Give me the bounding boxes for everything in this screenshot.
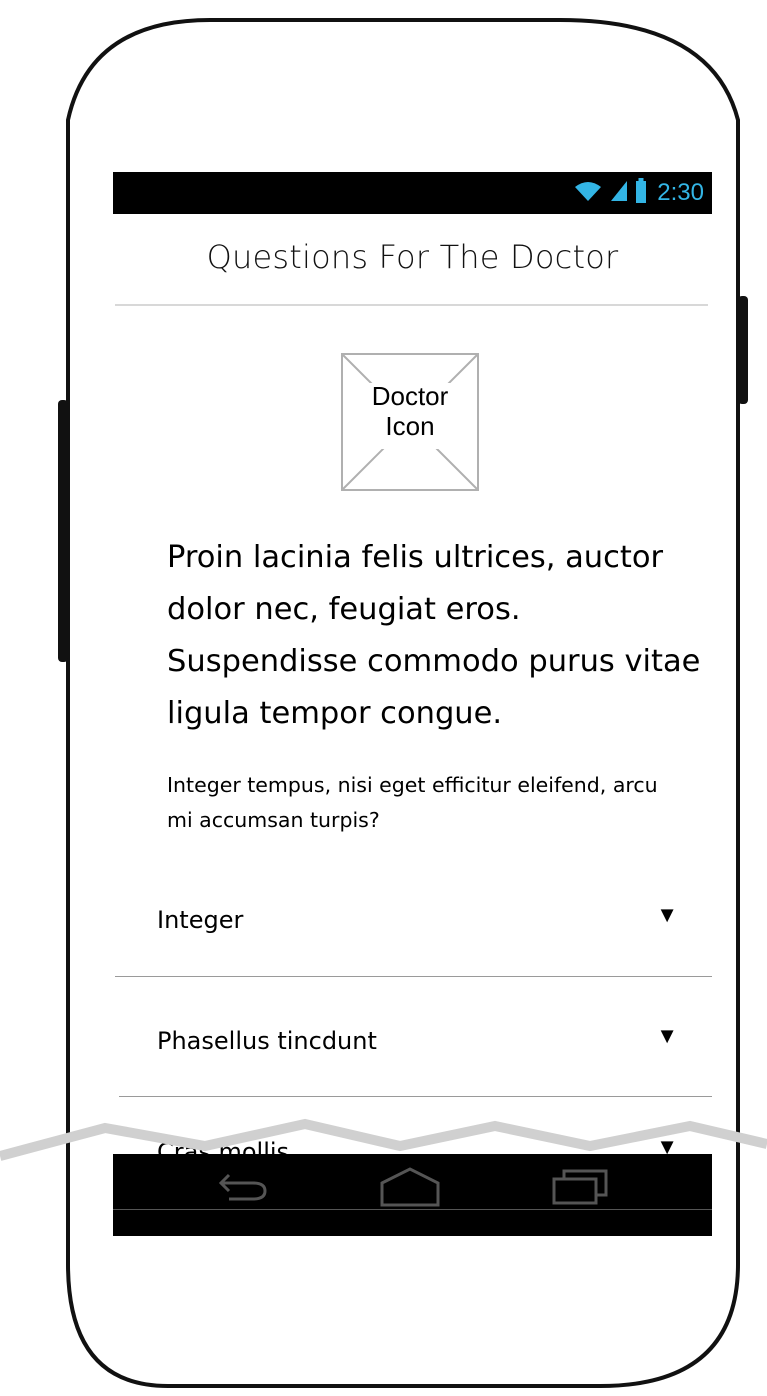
signal-icon (609, 179, 629, 208)
status-time: 2:30 (657, 179, 704, 206)
status-icons: 2:30 (573, 177, 704, 209)
app-header: Questions For The Doctor (113, 214, 712, 304)
header-divider (115, 304, 708, 306)
row-divider (119, 1096, 712, 1097)
screen: 2:30 Questions For The Doctor Doctor Ico… (113, 172, 712, 1236)
row-divider (115, 976, 712, 977)
doctor-icon-placeholder: Doctor Icon (341, 353, 479, 491)
back-icon (213, 1169, 269, 1210)
page-title: Questions For The Doctor (206, 238, 619, 276)
question-text: Integer tempus, nisi eget efficitur elei… (167, 773, 658, 832)
dropdown-arrow-icon: ▼ (656, 902, 678, 927)
status-bar: 2:30 (113, 172, 712, 214)
doctor-icon-label: Doctor Icon (341, 381, 479, 441)
dropdown-integer[interactable]: Integer ▼ (113, 892, 712, 952)
recent-apps-icon (550, 1167, 610, 1212)
back-button[interactable] (206, 1164, 276, 1214)
doctor-icon-label-line2: Icon (385, 411, 435, 441)
power-button[interactable] (738, 296, 748, 404)
dropdown-label: Integer (157, 906, 244, 934)
dropdown-label: Phasellus tincdunt (157, 1027, 377, 1055)
doctor-icon-label-line1: Doctor (371, 381, 449, 411)
wifi-icon (573, 179, 603, 208)
home-icon (378, 1166, 442, 1212)
volume-button[interactable] (58, 400, 68, 662)
dropdown-phasellus[interactable]: Phasellus tincdunt ▼ (113, 1013, 712, 1073)
zigzag-cut-line (0, 1118, 767, 1161)
dropdown-arrow-icon: ▼ (656, 1023, 678, 1048)
lead-paragraph: Proin lacinia felis ultrices, auctor dol… (167, 540, 701, 731)
recent-apps-button[interactable] (545, 1164, 615, 1214)
nav-divider (113, 1209, 712, 1210)
home-button[interactable] (375, 1164, 445, 1214)
battery-icon (635, 177, 647, 209)
